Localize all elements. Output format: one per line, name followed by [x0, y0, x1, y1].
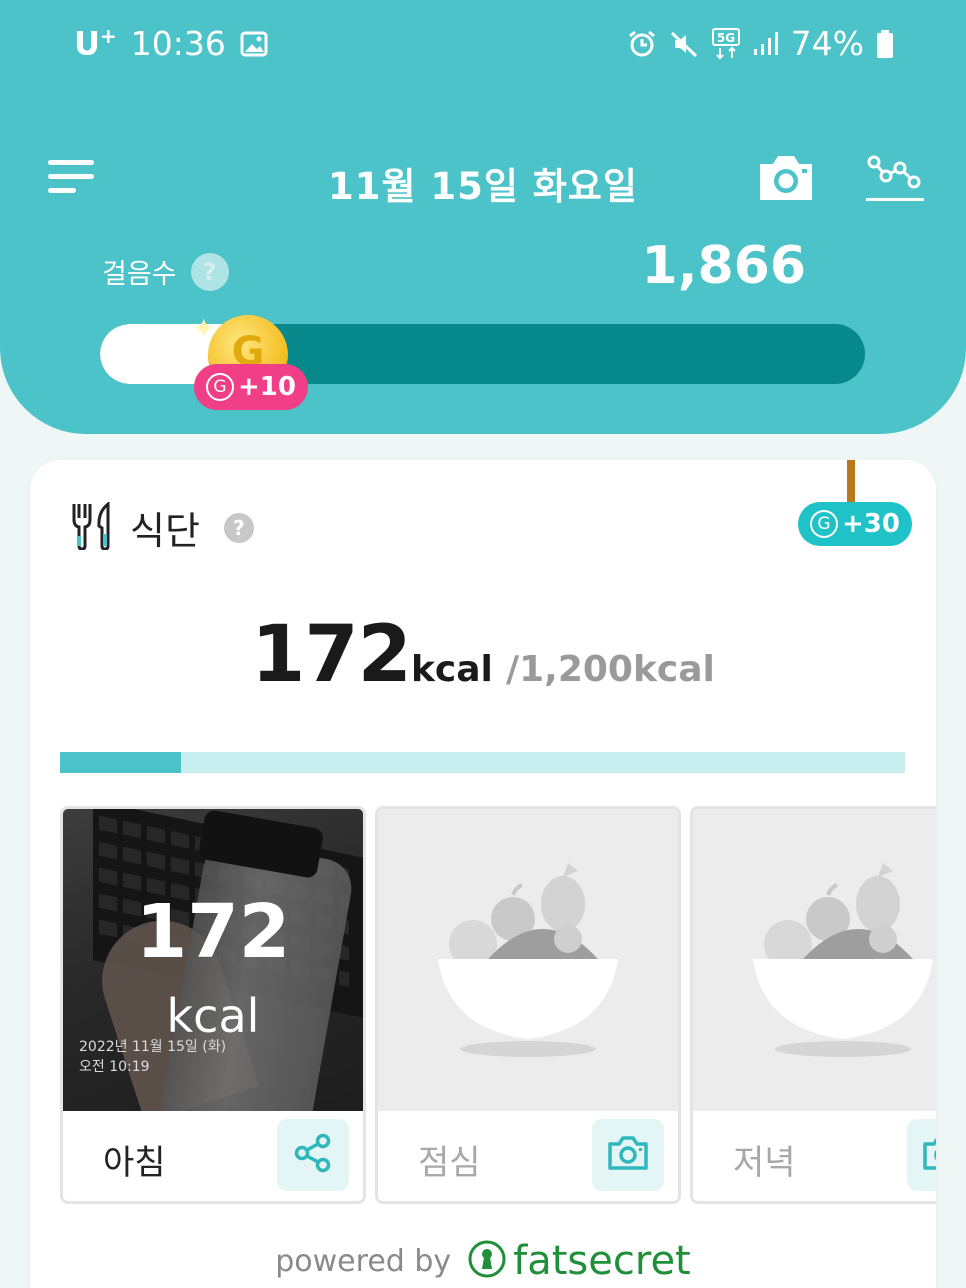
- diet-title: 식단: [130, 509, 200, 553]
- fork-knife-icon: [70, 500, 114, 554]
- point-g-icon: G: [810, 510, 838, 538]
- keyhole-icon: [467, 1239, 507, 1283]
- meal-card-dinner[interactable]: 저녁: [690, 806, 936, 1204]
- steps-reward-badge[interactable]: G +10: [194, 364, 308, 410]
- meal-photo[interactable]: 172 kcal 2022년 11월 15일 (화) 오전 10:19: [63, 809, 363, 1111]
- photo-time: 오전 10:19: [79, 1059, 150, 1075]
- stats-graph-button[interactable]: [864, 150, 926, 206]
- gallery-notification-icon: [240, 31, 268, 57]
- salad-bowl-icon: [428, 859, 628, 1063]
- diet-help-button[interactable]: ?: [223, 512, 254, 543]
- steps-value: 1,866: [641, 236, 806, 296]
- meal-label-dinner: 저녁: [733, 1143, 796, 1183]
- header-panel: U+ 10:36 5G 74% 11월 15일 화요일 걸음수 ? 1,866 …: [0, 0, 966, 434]
- signal-icon: [753, 31, 779, 57]
- battery-icon: [876, 29, 894, 59]
- reward-string: [847, 460, 855, 504]
- meal-placeholder[interactable]: [378, 809, 678, 1111]
- camera-button[interactable]: [756, 152, 816, 204]
- meal-footer: 점심: [378, 1111, 678, 1201]
- calories-consumed: 172: [251, 610, 412, 700]
- battery-percent: 74%: [790, 24, 864, 63]
- meal-label-breakfast: 아침: [103, 1143, 166, 1183]
- diet-reward-badge[interactable]: G +30: [798, 502, 912, 546]
- camera-icon: [922, 1135, 936, 1175]
- fatsecret-brand: fatsecret: [513, 1238, 691, 1284]
- photo-timestamp: 2022년 11월 15일 (화) 오전 10:19: [79, 1037, 226, 1077]
- diet-card: 식단 ? G +30 172kcal /1,200kcal 172 kcal 2…: [30, 460, 936, 1288]
- meal-card-lunch[interactable]: 점심: [375, 806, 681, 1204]
- photo-date: 2022년 11월 15일 (화): [79, 1039, 227, 1055]
- network-5g-icon: 5G: [711, 27, 741, 60]
- add-photo-button[interactable]: [907, 1119, 936, 1191]
- mute-icon: [669, 29, 699, 59]
- meal-kcal-value: 172: [135, 889, 291, 975]
- calorie-progress-bar: [60, 752, 905, 773]
- meal-placeholder[interactable]: [693, 809, 936, 1111]
- diet-reward-text: +30: [842, 509, 900, 539]
- meal-footer: 아침: [63, 1111, 363, 1201]
- meal-label-lunch: 점심: [418, 1143, 481, 1183]
- date-title[interactable]: 11월 15일 화요일: [0, 156, 966, 210]
- steps-reward-text: +10: [238, 372, 296, 402]
- app-screen: U+ 10:36 5G 74% 11월 15일 화요일 걸음수 ? 1,866 …: [0, 0, 966, 1288]
- powered-by-text: powered by: [275, 1243, 452, 1279]
- camera-icon: [607, 1135, 649, 1175]
- steps-label: 걸음수 ?: [102, 252, 229, 291]
- fatsecret-logo[interactable]: fatsecret: [467, 1238, 691, 1284]
- meal-list: 172 kcal 2022년 11월 15일 (화) 오전 10:19 아침 점…: [60, 806, 936, 1206]
- carrier-label: U+: [74, 24, 117, 63]
- diet-title-row: 식단 ?: [70, 500, 254, 555]
- meal-card-breakfast[interactable]: 172 kcal 2022년 11월 15일 (화) 오전 10:19 아침: [60, 806, 366, 1204]
- alarm-icon: [627, 29, 657, 59]
- add-photo-button[interactable]: [592, 1119, 664, 1191]
- calories-target: /1,200kcal: [505, 649, 715, 690]
- sparkle-icon: ✦: [192, 312, 216, 345]
- steps-label-text: 걸음수: [102, 259, 177, 290]
- share-button[interactable]: [277, 1119, 349, 1191]
- share-icon: [293, 1133, 333, 1177]
- calories-unit: kcal: [410, 649, 493, 690]
- svg-text:5G: 5G: [717, 31, 735, 45]
- top-toolbar: 11월 15일 화요일: [0, 150, 966, 210]
- clock: 10:36: [130, 24, 226, 63]
- powered-by-footer: powered by fatsecret: [30, 1238, 936, 1284]
- point-g-icon: G: [206, 373, 234, 401]
- status-bar: U+ 10:36 5G 74%: [0, 20, 966, 70]
- meal-kcal-unit: kcal: [166, 989, 260, 1043]
- calorie-summary: 172kcal /1,200kcal: [30, 610, 936, 700]
- salad-bowl-icon: [743, 859, 936, 1063]
- steps-help-button[interactable]: ?: [190, 252, 229, 291]
- meal-footer: 저녁: [693, 1111, 936, 1201]
- calorie-progress-fill: [60, 752, 181, 773]
